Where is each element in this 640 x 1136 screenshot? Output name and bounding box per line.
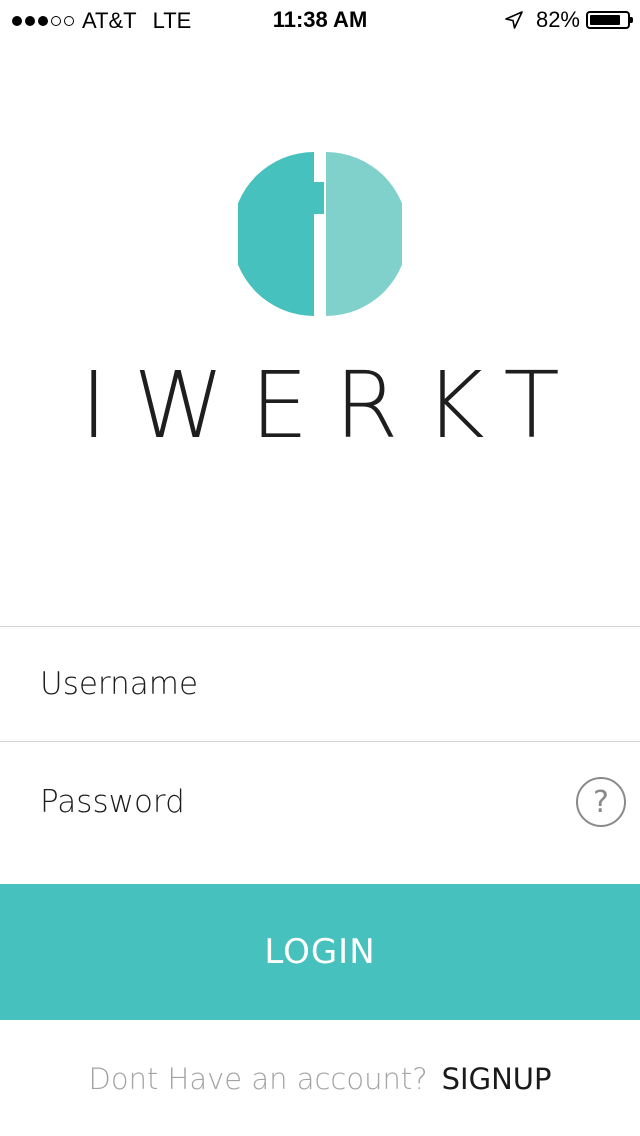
- password-field[interactable]: Password ?: [0, 742, 640, 862]
- password-placeholder: Password: [40, 784, 185, 820]
- username-field[interactable]: Username: [0, 627, 640, 741]
- battery-level-fill: [590, 15, 620, 25]
- brand-wordmark: IWERKT: [80, 352, 586, 459]
- signup-row: Dont Have an account? SIGNUP: [0, 1062, 640, 1096]
- login-button[interactable]: LOGIN: [0, 884, 640, 1020]
- signup-link[interactable]: SIGNUP: [442, 1062, 552, 1096]
- iwerkt-logo-icon: [238, 152, 402, 316]
- battery-percent: 82%: [535, 7, 580, 32]
- signup-prompt: Dont Have an account?: [88, 1062, 428, 1096]
- status-bar: AT&T LTE 11:38 AM 82%: [0, 0, 640, 40]
- battery-icon: [586, 11, 633, 29]
- username-placeholder: Username: [40, 666, 199, 702]
- location-arrow-icon: [505, 11, 523, 29]
- status-right: 82%: [504, 7, 633, 33]
- help-question-icon[interactable]: ?: [576, 777, 626, 827]
